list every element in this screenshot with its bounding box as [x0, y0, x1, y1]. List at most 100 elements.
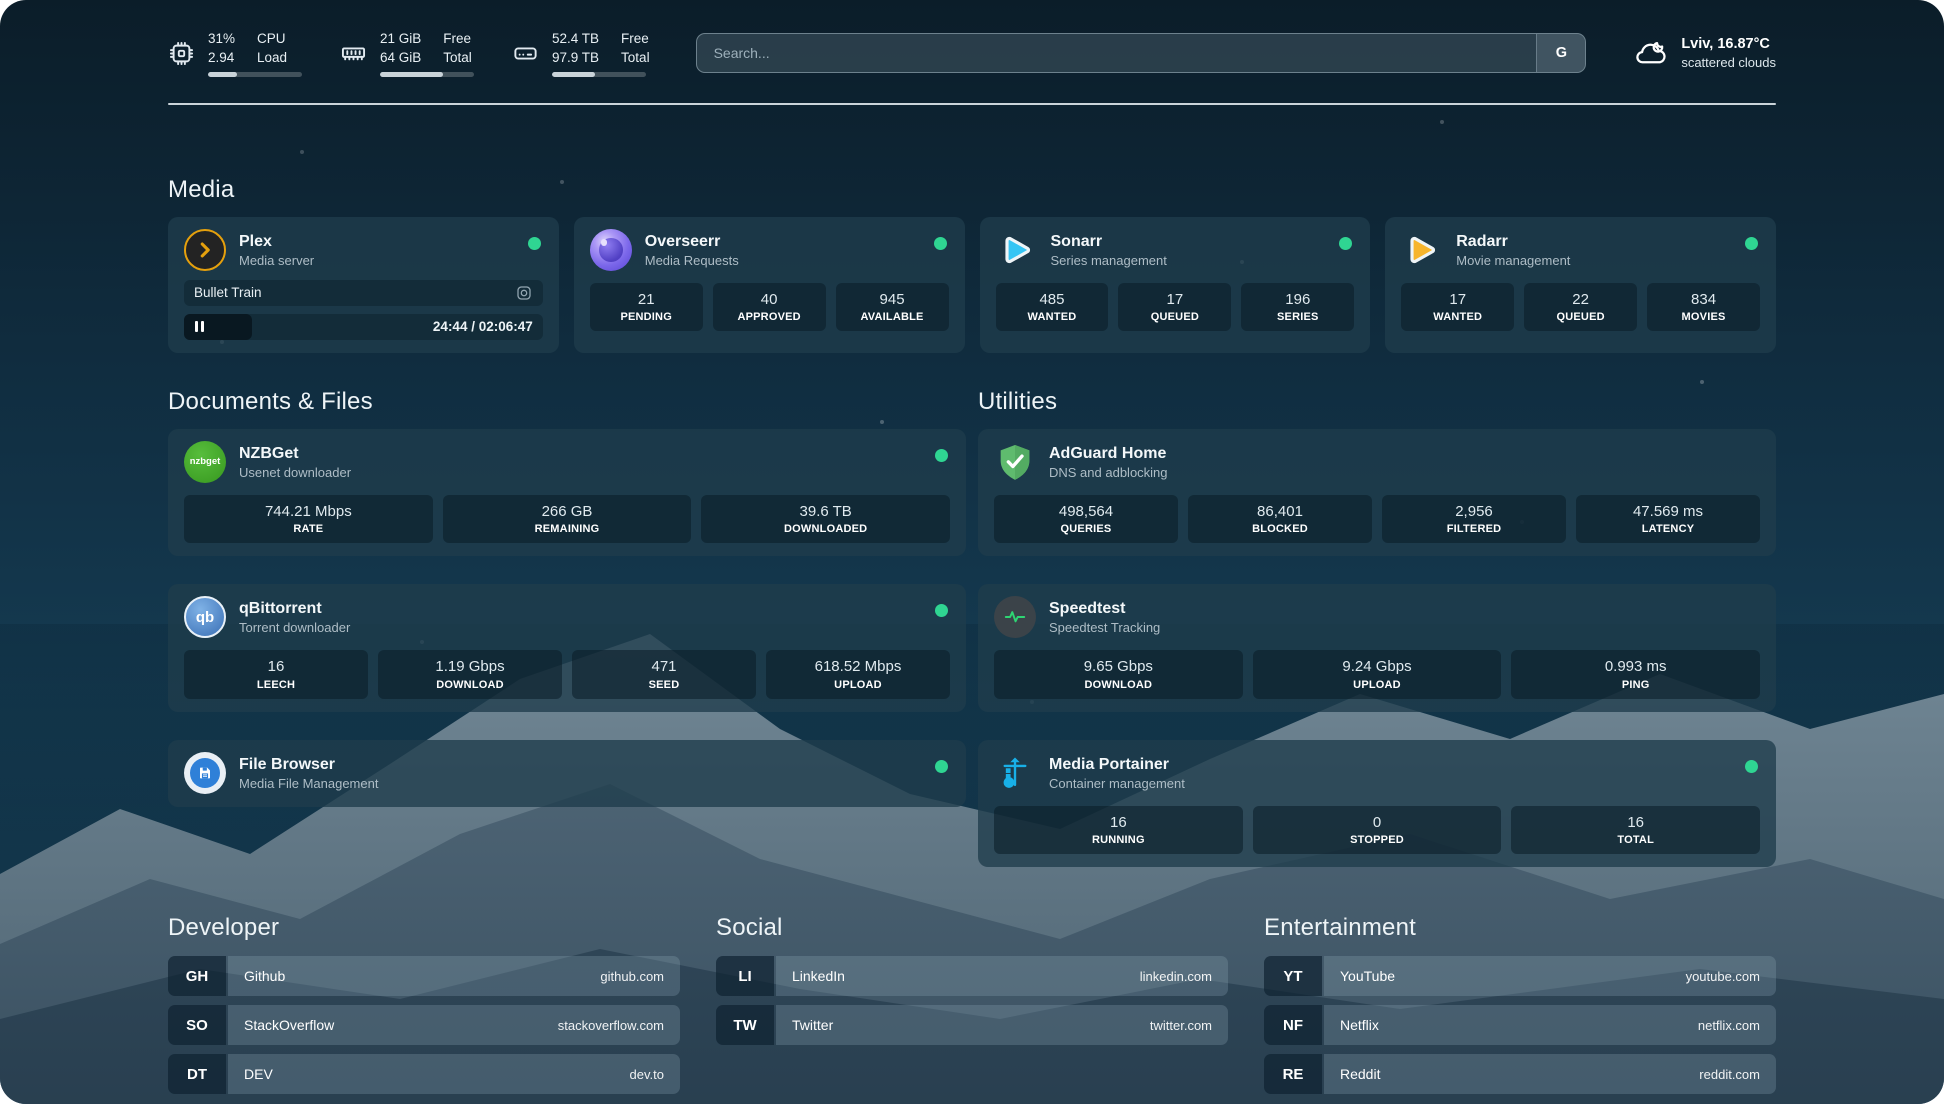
filebrowser-status-dot — [935, 760, 948, 773]
qbittorrent-desc: Torrent downloader — [239, 620, 350, 635]
stat-pending: 21 PENDING — [590, 283, 703, 332]
bookmark-name: Reddit — [1340, 1066, 1380, 1082]
cpu-load-value: 2.94 — [208, 49, 235, 68]
cpu-usage-value: 31% — [208, 30, 235, 49]
stat-filtered: 2,956 FILTERED — [1382, 495, 1566, 544]
bookmark-youtube[interactable]: YT YouTube youtube.com — [1264, 956, 1776, 996]
plex-desc: Media server — [239, 253, 314, 268]
card-qbittorrent[interactable]: qb qBittorrent Torrent downloader 16 LEE… — [168, 584, 966, 712]
resource-widgets: 31% 2.94 CPU Load — [168, 30, 650, 77]
disk-icon — [512, 40, 539, 67]
memory-total-value: 64 GiB — [380, 49, 421, 68]
bookmark-stackoverflow[interactable]: SO StackOverflow stackoverflow.com — [168, 1005, 680, 1045]
bookmark-abbr: YT — [1264, 956, 1322, 996]
bookmark-name: YouTube — [1340, 968, 1395, 984]
stat-upload: 9.24 Gbps UPLOAD — [1253, 650, 1502, 699]
weather-condition: scattered clouds — [1681, 55, 1776, 72]
search-provider-button[interactable]: G — [1536, 34, 1585, 72]
overseerr-status-dot — [934, 237, 947, 250]
dashboard-screen: 31% 2.94 CPU Load — [0, 0, 1944, 1104]
weather-widget[interactable]: Lviv, 16.87°C scattered clouds — [1632, 35, 1776, 71]
card-sonarr[interactable]: Sonarr Series management 485 WANTED 17 Q… — [980, 217, 1371, 353]
plex-progress-bar: 24:44 / 02:06:47 — [184, 314, 543, 340]
card-radarr[interactable]: Radarr Movie management 17 WANTED 22 QUE… — [1385, 217, 1776, 353]
memory-progress-bar — [380, 72, 474, 77]
stat-seed: 471 SEED — [572, 650, 756, 699]
nzbget-desc: Usenet downloader — [239, 465, 351, 480]
bookmark-abbr: NF — [1264, 1005, 1322, 1045]
portainer-name: Media Portainer — [1049, 755, 1185, 775]
card-overseerr[interactable]: Overseerr Media Requests 21 PENDING 40 A… — [574, 217, 965, 353]
overseerr-desc: Media Requests — [645, 253, 739, 268]
nzbget-name: NZBGet — [239, 444, 351, 464]
cpu-progress-bar — [208, 72, 302, 77]
bookmark-group-entertainment: Entertainment YT YouTube youtube.com NF … — [1264, 913, 1776, 1094]
cpu-usage-label: CPU — [257, 30, 287, 49]
section-title-developer: Developer — [168, 913, 680, 943]
bookmark-domain: twitter.com — [1150, 1018, 1212, 1033]
qbittorrent-logo-icon: qb — [184, 596, 226, 638]
section-utilities: Utilities AdGuard Home DNS and adblockin… — [978, 387, 1776, 868]
portainer-logo-icon — [994, 752, 1036, 794]
bookmark-group-developer: Developer GH Github github.com SO StackO… — [168, 913, 680, 1094]
stat-stopped: 0 STOPPED — [1253, 806, 1502, 855]
bookmark-name: Netflix — [1340, 1017, 1379, 1033]
bookmark-domain: netflix.com — [1698, 1018, 1760, 1033]
stat-total: 16 TOTAL — [1511, 806, 1760, 855]
stat-ping: 0.993 ms PING — [1511, 650, 1760, 699]
disk-free-label: Free — [621, 30, 650, 49]
bookmark-domain: linkedin.com — [1140, 969, 1212, 984]
stat-download: 1.19 Gbps DOWNLOAD — [378, 650, 562, 699]
cpu-widget: 31% 2.94 CPU Load — [168, 30, 302, 77]
overseerr-name: Overseerr — [645, 232, 739, 252]
memory-free-value: 21 GiB — [380, 30, 421, 49]
bookmark-abbr: SO — [168, 1005, 226, 1045]
stat-downloaded: 39.6 TB DOWNLOADED — [701, 495, 950, 544]
radarr-desc: Movie management — [1456, 253, 1570, 268]
cloud-moon-icon — [1632, 35, 1668, 71]
adguard-name: AdGuard Home — [1049, 444, 1168, 464]
stat-remaining: 266 GB REMAINING — [443, 495, 692, 544]
card-nzbget[interactable]: nzbget NZBGet Usenet downloader 744.21 M… — [168, 429, 966, 557]
adguard-desc: DNS and adblocking — [1049, 465, 1168, 480]
stat-blocked: 86,401 BLOCKED — [1188, 495, 1372, 544]
bookmark-reddit[interactable]: RE Reddit reddit.com — [1264, 1054, 1776, 1094]
section-title-utilities: Utilities — [978, 387, 1776, 417]
stat-queries: 498,564 QUERIES — [994, 495, 1178, 544]
sonarr-desc: Series management — [1051, 253, 1167, 268]
nzbget-status-dot — [935, 449, 948, 462]
stat-series: 196 SERIES — [1241, 283, 1354, 332]
section-documents: Documents & Files nzbget NZBGet Usenet d… — [168, 387, 966, 868]
filebrowser-logo-icon — [184, 752, 226, 794]
bookmark-netflix[interactable]: NF Netflix netflix.com — [1264, 1005, 1776, 1045]
bookmark-dev[interactable]: DT DEV dev.to — [168, 1054, 680, 1094]
plex-now-playing-title: Bullet Train — [194, 285, 262, 300]
card-speedtest[interactable]: Speedtest Speedtest Tracking 9.65 Gbps D… — [978, 584, 1776, 712]
search-input[interactable] — [697, 34, 1537, 72]
bookmark-domain: github.com — [600, 969, 664, 984]
bookmark-group-social: Social LI LinkedIn linkedin.com TW Twitt… — [716, 913, 1228, 1094]
stat-rate: 744.21 Mbps RATE — [184, 495, 433, 544]
search-bar: G — [696, 33, 1587, 73]
bookmark-domain: youtube.com — [1686, 969, 1760, 984]
stat-approved: 40 APPROVED — [713, 283, 826, 332]
stat-wanted: 17 WANTED — [1401, 283, 1514, 332]
speedtest-desc: Speedtest Tracking — [1049, 620, 1160, 635]
card-plex[interactable]: Plex Media server Bullet Train — [168, 217, 559, 353]
card-adguard[interactable]: AdGuard Home DNS and adblocking 498,564 … — [978, 429, 1776, 557]
overseerr-logo-icon — [590, 229, 632, 271]
card-portainer[interactable]: Media Portainer Container management 16 … — [978, 740, 1776, 868]
bookmark-abbr: LI — [716, 956, 774, 996]
adguard-logo-icon — [994, 441, 1036, 483]
pause-icon[interactable] — [195, 321, 204, 332]
card-filebrowser[interactable]: File Browser Media File Management — [168, 740, 966, 807]
bookmark-linkedin[interactable]: LI LinkedIn linkedin.com — [716, 956, 1228, 996]
section-title-media: Media — [168, 175, 1776, 205]
stat-download: 9.65 Gbps DOWNLOAD — [994, 650, 1243, 699]
filebrowser-desc: Media File Management — [239, 776, 378, 791]
bookmark-domain: reddit.com — [1699, 1067, 1760, 1082]
disk-total-label: Total — [621, 49, 650, 68]
bookmark-github[interactable]: GH Github github.com — [168, 956, 680, 996]
qbittorrent-status-dot — [935, 604, 948, 617]
bookmark-twitter[interactable]: TW Twitter twitter.com — [716, 1005, 1228, 1045]
